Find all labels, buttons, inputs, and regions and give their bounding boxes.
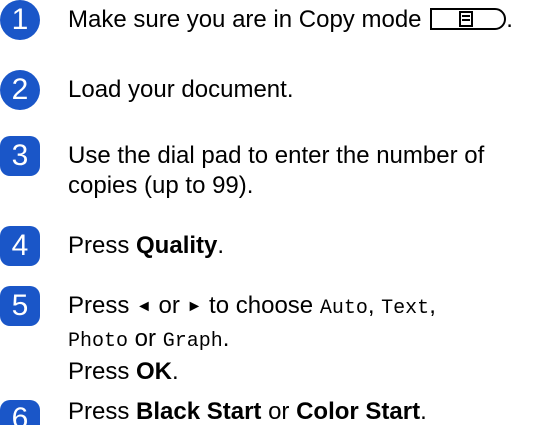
step-5-line-3: Press OK. — [68, 358, 179, 385]
ok-key-label: OK — [136, 358, 173, 385]
step-number-4: 4 — [0, 226, 40, 266]
step-number-2: 2 — [0, 70, 40, 110]
color-start-key-label: Color Start — [296, 398, 421, 425]
quality-key-label: Quality — [136, 232, 218, 259]
option-graph: Graph — [162, 330, 223, 353]
option-photo: Photo — [68, 330, 129, 353]
left-arrow-icon: ◄ — [136, 298, 152, 315]
step-5-line-1: Press ◄ or ► to choose Auto, Text, — [68, 292, 436, 320]
step-number-6: 6 — [0, 400, 40, 425]
step-6-text: Press Black Start or Color Start. — [68, 398, 427, 425]
option-auto: Auto — [319, 297, 368, 320]
step-3-text: Use the dial pad to enter the number of … — [68, 141, 484, 201]
right-arrow-icon: ► — [186, 298, 203, 315]
step-5-line-2: Photo or Graph. — [68, 325, 230, 353]
copy-mode-key-icon — [430, 8, 507, 30]
step-3-line-2: copies (up to 99). — [68, 172, 254, 199]
step-1-text: Make sure you are in Copy mode . — [68, 6, 513, 33]
step-1-label: Make sure you are in Copy mode — [68, 6, 422, 33]
option-text: Text — [381, 297, 430, 320]
step-4-text: Press Quality. — [68, 232, 225, 259]
black-start-key-label: Black Start — [136, 398, 262, 425]
step-5-text: Press ◄ or ► to choose Auto, Text, Photo… — [68, 291, 436, 387]
step-3-line-1: Use the dial pad to enter the number of — [68, 142, 485, 169]
step-number-3: 3 — [0, 136, 40, 176]
step-number-1: 1 — [0, 0, 40, 40]
step-number-5: 5 — [0, 286, 40, 326]
step-2-text: Load your document. — [68, 76, 294, 103]
